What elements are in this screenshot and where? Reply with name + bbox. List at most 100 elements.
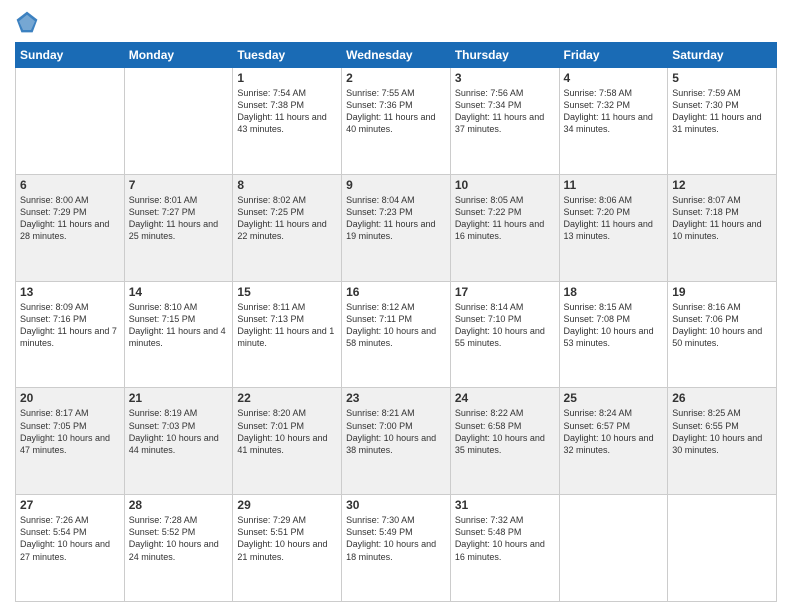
day-number: 21 [129,391,229,405]
day-number: 31 [455,498,555,512]
cell-info: Sunrise: 8:09 AMSunset: 7:16 PMDaylight:… [20,301,120,350]
calendar-cell [668,495,777,602]
cell-info: Sunrise: 8:12 AMSunset: 7:11 PMDaylight:… [346,301,446,350]
day-number: 24 [455,391,555,405]
calendar-cell: 27Sunrise: 7:26 AMSunset: 5:54 PMDayligh… [16,495,125,602]
cell-info: Sunrise: 7:54 AMSunset: 7:38 PMDaylight:… [237,87,337,136]
calendar-cell: 29Sunrise: 7:29 AMSunset: 5:51 PMDayligh… [233,495,342,602]
logo-icon [15,10,39,34]
day-number: 5 [672,71,772,85]
day-number: 22 [237,391,337,405]
cell-info: Sunrise: 7:28 AMSunset: 5:52 PMDaylight:… [129,514,229,563]
calendar-cell: 12 Sunrise: 8:07 AMSunset: 7:18 PMDayligh… [668,174,777,281]
col-header-sunday: Sunday [16,43,125,68]
cell-info: Sunrise: 8:14 AMSunset: 7:10 PMDaylight:… [455,301,555,350]
calendar-cell [124,68,233,175]
day-number: 13 [20,285,120,299]
col-header-wednesday: Wednesday [342,43,451,68]
calendar-cell: 6Sunrise: 8:00 AMSunset: 7:29 PMDaylight… [16,174,125,281]
cell-info: Sunrise: 8:22 AMSunset: 6:58 PMDaylight:… [455,407,555,456]
cell-info: Sunrise: 7:59 AMSunset: 7:30 PMDaylight:… [672,87,772,136]
cell-info: Sunrise: 8:19 AMSunset: 7:03 PMDaylight:… [129,407,229,456]
day-number: 7 [129,178,229,192]
col-header-saturday: Saturday [668,43,777,68]
logo [15,10,43,34]
calendar-cell: 19 Sunrise: 8:16 AMSunset: 7:06 PMDayligh… [668,281,777,388]
cell-info: Sunrise: 8:02 AMSunset: 7:25 PMDaylight:… [237,194,337,243]
header [15,10,777,34]
calendar-cell: 21 Sunrise: 8:19 AMSunset: 7:03 PMDayligh… [124,388,233,495]
calendar-table: SundayMondayTuesdayWednesdayThursdayFrid… [15,42,777,602]
cell-info: Sunrise: 7:29 AMSunset: 5:51 PMDaylight:… [237,514,337,563]
day-number: 26 [672,391,772,405]
calendar-cell: 31 Sunrise: 7:32 AMSunset: 5:48 PMDayligh… [450,495,559,602]
cell-info: Sunrise: 8:07 AMSunset: 7:18 PMDaylight:… [672,194,772,243]
day-number: 19 [672,285,772,299]
cell-info: Sunrise: 7:56 AMSunset: 7:34 PMDaylight:… [455,87,555,136]
calendar-cell: 13 Sunrise: 8:09 AMSunset: 7:16 PMDayligh… [16,281,125,388]
page: SundayMondayTuesdayWednesdayThursdayFrid… [0,0,792,612]
calendar-cell: 1 Sunrise: 7:54 AMSunset: 7:38 PMDaylight… [233,68,342,175]
calendar-cell: 9 Sunrise: 8:04 AMSunset: 7:23 PMDaylight… [342,174,451,281]
cell-info: Sunrise: 8:25 AMSunset: 6:55 PMDaylight:… [672,407,772,456]
cell-info: Sunrise: 7:32 AMSunset: 5:48 PMDaylight:… [455,514,555,563]
calendar-cell: 23 Sunrise: 8:21 AMSunset: 7:00 PMDayligh… [342,388,451,495]
cell-info: Sunrise: 8:01 AMSunset: 7:27 PMDaylight:… [129,194,229,243]
day-number: 12 [672,178,772,192]
calendar-cell: 30Sunrise: 7:30 AMSunset: 5:49 PMDayligh… [342,495,451,602]
calendar-week-5: 27Sunrise: 7:26 AMSunset: 5:54 PMDayligh… [16,495,777,602]
cell-info: Sunrise: 8:21 AMSunset: 7:00 PMDaylight:… [346,407,446,456]
cell-info: Sunrise: 7:26 AMSunset: 5:54 PMDaylight:… [20,514,120,563]
calendar-week-3: 13 Sunrise: 8:09 AMSunset: 7:16 PMDayligh… [16,281,777,388]
col-header-thursday: Thursday [450,43,559,68]
calendar-cell: 4 Sunrise: 7:58 AMSunset: 7:32 PMDaylight… [559,68,668,175]
calendar-cell [16,68,125,175]
day-number: 17 [455,285,555,299]
calendar-week-1: 1 Sunrise: 7:54 AMSunset: 7:38 PMDaylight… [16,68,777,175]
calendar-cell: 5 Sunrise: 7:59 AMSunset: 7:30 PMDaylight… [668,68,777,175]
cell-info: Sunrise: 8:04 AMSunset: 7:23 PMDaylight:… [346,194,446,243]
day-number: 2 [346,71,446,85]
day-number: 14 [129,285,229,299]
calendar-cell: 18Sunrise: 8:15 AMSunset: 7:08 PMDayligh… [559,281,668,388]
calendar-cell [559,495,668,602]
day-number: 3 [455,71,555,85]
cell-info: Sunrise: 8:00 AMSunset: 7:29 PMDaylight:… [20,194,120,243]
day-number: 9 [346,178,446,192]
calendar-cell: 2 Sunrise: 7:55 AMSunset: 7:36 PMDaylight… [342,68,451,175]
calendar-cell: 11 Sunrise: 8:06 AMSunset: 7:20 PMDayligh… [559,174,668,281]
calendar-cell: 22Sunrise: 8:20 AMSunset: 7:01 PMDayligh… [233,388,342,495]
cell-info: Sunrise: 7:55 AMSunset: 7:36 PMDaylight:… [346,87,446,136]
day-number: 8 [237,178,337,192]
cell-info: Sunrise: 8:10 AMSunset: 7:15 PMDaylight:… [129,301,229,350]
cell-info: Sunrise: 8:15 AMSunset: 7:08 PMDaylight:… [564,301,664,350]
cell-info: Sunrise: 8:16 AMSunset: 7:06 PMDaylight:… [672,301,772,350]
day-number: 10 [455,178,555,192]
calendar-cell: 25 Sunrise: 8:24 AMSunset: 6:57 PMDayligh… [559,388,668,495]
calendar-cell: 24 Sunrise: 8:22 AMSunset: 6:58 PMDayligh… [450,388,559,495]
calendar-cell: 10Sunrise: 8:05 AMSunset: 7:22 PMDayligh… [450,174,559,281]
day-number: 23 [346,391,446,405]
day-number: 4 [564,71,664,85]
calendar-cell: 8 Sunrise: 8:02 AMSunset: 7:25 PMDaylight… [233,174,342,281]
calendar-cell: 20 Sunrise: 8:17 AMSunset: 7:05 PMDayligh… [16,388,125,495]
calendar-cell: 14 Sunrise: 8:10 AMSunset: 7:15 PMDayligh… [124,281,233,388]
cell-info: Sunrise: 8:24 AMSunset: 6:57 PMDaylight:… [564,407,664,456]
calendar-week-2: 6Sunrise: 8:00 AMSunset: 7:29 PMDaylight… [16,174,777,281]
calendar-week-4: 20 Sunrise: 8:17 AMSunset: 7:05 PMDayligh… [16,388,777,495]
cell-info: Sunrise: 7:58 AMSunset: 7:32 PMDaylight:… [564,87,664,136]
day-number: 1 [237,71,337,85]
cell-info: Sunrise: 8:11 AMSunset: 7:13 PMDaylight:… [237,301,337,350]
col-header-tuesday: Tuesday [233,43,342,68]
cell-info: Sunrise: 8:17 AMSunset: 7:05 PMDaylight:… [20,407,120,456]
day-number: 11 [564,178,664,192]
day-number: 15 [237,285,337,299]
day-number: 25 [564,391,664,405]
calendar-cell: 7 Sunrise: 8:01 AMSunset: 7:27 PMDaylight… [124,174,233,281]
cell-info: Sunrise: 8:06 AMSunset: 7:20 PMDaylight:… [564,194,664,243]
day-number: 20 [20,391,120,405]
calendar-cell: 16 Sunrise: 8:12 AMSunset: 7:11 PMDayligh… [342,281,451,388]
cell-info: Sunrise: 7:30 AMSunset: 5:49 PMDaylight:… [346,514,446,563]
col-header-friday: Friday [559,43,668,68]
day-number: 16 [346,285,446,299]
